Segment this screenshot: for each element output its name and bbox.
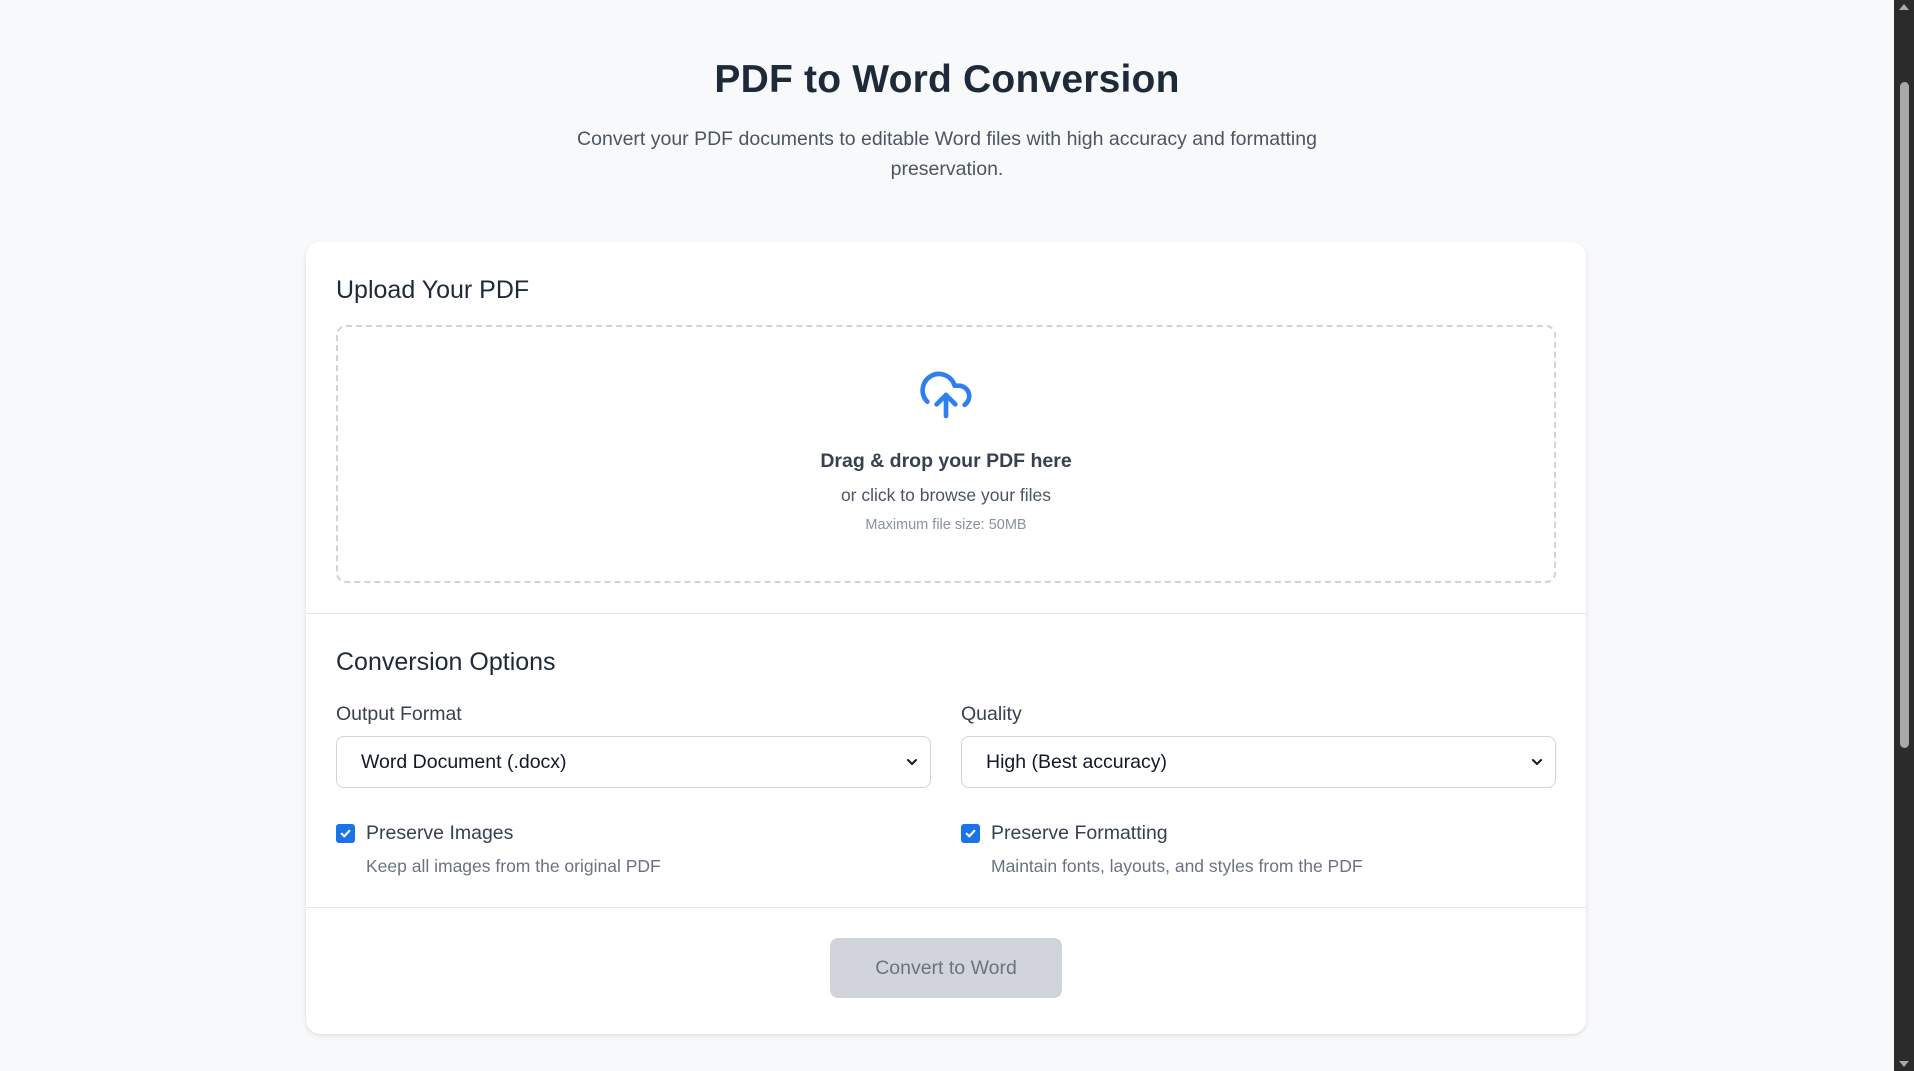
main-content: PDF to Word Conversion Convert your PDF … <box>0 0 1894 1071</box>
options-section: Conversion Options Output Format Word Do… <box>306 614 1586 877</box>
dropzone-title: Drag & drop your PDF here <box>820 450 1072 472</box>
preserve-formatting-row: Preserve Formatting <box>961 822 1556 845</box>
scroll-down-arrow-icon[interactable] <box>1899 1061 1909 1067</box>
output-format-label: Output Format <box>336 703 462 725</box>
file-dropzone[interactable]: Drag & drop your PDF here or click to br… <box>336 325 1556 583</box>
quality-column: Quality High (Best accuracy) Preserve Fo… <box>961 703 1556 877</box>
cloud-upload-icon <box>920 371 972 419</box>
options-section-title: Conversion Options <box>336 648 556 676</box>
quality-label: Quality <box>961 703 1022 725</box>
preserve-formatting-description: Maintain fonts, layouts, and styles from… <box>991 856 1363 876</box>
convert-button[interactable]: Convert to Word <box>830 938 1062 998</box>
checkmark-icon <box>340 829 351 838</box>
converter-card: Upload Your PDF Drag & drop your PDF her… <box>306 242 1586 1034</box>
preserve-images-checkbox[interactable] <box>336 824 355 843</box>
quality-value: High (Best accuracy) <box>986 750 1167 773</box>
chevron-down-icon <box>1532 759 1542 765</box>
dropzone-browse-text: or click to browse your files <box>840 485 1052 505</box>
page-subtitle: Convert your PDF documents to editable W… <box>577 128 1317 180</box>
card-footer: Convert to Word <box>306 908 1586 998</box>
preserve-images-label[interactable]: Preserve Images <box>366 822 513 845</box>
scrollbar-thumb[interactable] <box>1900 82 1909 748</box>
output-format-column: Output Format Word Document (.docx) Pres… <box>336 703 931 877</box>
hero: PDF to Word Conversion Convert your PDF … <box>0 0 1894 184</box>
preserve-images-description: Keep all images from the original PDF <box>366 856 661 876</box>
page-title: PDF to Word Conversion <box>714 58 1180 101</box>
preserve-images-row: Preserve Images <box>336 822 931 845</box>
upload-section-title: Upload Your PDF <box>336 276 530 304</box>
scroll-up-arrow-icon[interactable] <box>1899 4 1909 10</box>
output-format-value: Word Document (.docx) <box>361 750 567 773</box>
preserve-formatting-checkbox[interactable] <box>961 824 980 843</box>
page: PDF to Word Conversion Convert your PDF … <box>0 0 1914 1071</box>
checkmark-icon <box>965 829 976 838</box>
output-format-select[interactable]: Word Document (.docx) <box>336 736 931 788</box>
vertical-scrollbar[interactable] <box>1894 0 1914 1071</box>
options-grid: Output Format Word Document (.docx) Pres… <box>336 703 1556 877</box>
max-file-size-note: Maximum file size: 50MB <box>865 517 1027 533</box>
upload-section: Upload Your PDF Drag & drop your PDF her… <box>306 242 1586 583</box>
preserve-formatting-label[interactable]: Preserve Formatting <box>991 822 1168 845</box>
chevron-down-icon <box>907 759 917 765</box>
quality-select[interactable]: High (Best accuracy) <box>961 736 1556 788</box>
